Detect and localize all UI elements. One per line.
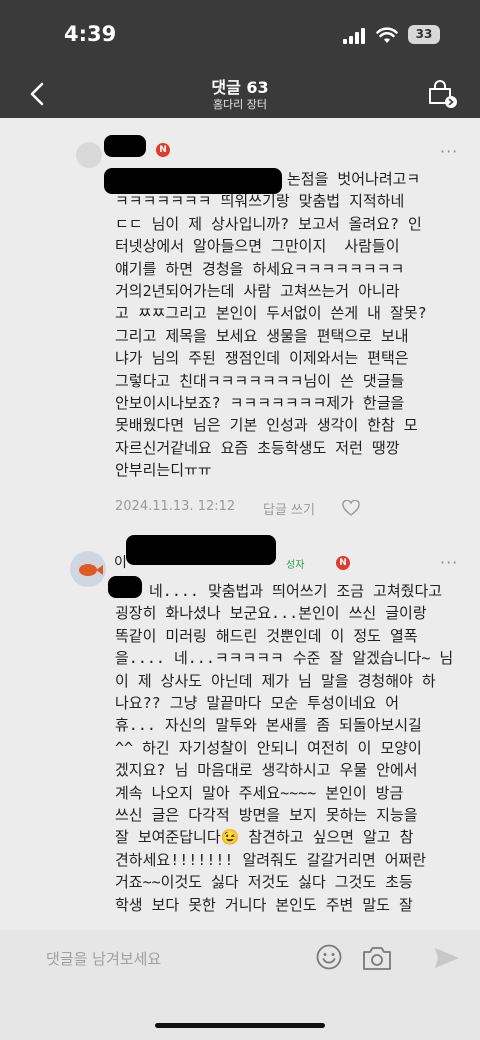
avatar[interactable] — [76, 142, 102, 168]
heart-icon[interactable] — [342, 500, 360, 516]
emoji-icon[interactable] — [316, 944, 342, 970]
shop-bag-icon[interactable] — [425, 78, 459, 110]
reply-button[interactable]: 답글 쓰기 — [263, 499, 315, 518]
more-options-icon[interactable]: ··· — [440, 553, 458, 572]
wifi-icon — [376, 27, 398, 43]
home-indicator — [155, 1023, 325, 1028]
avatar[interactable] — [70, 551, 106, 587]
top-nav: 댓글 63 홈다리 장터 — [0, 70, 480, 118]
send-icon[interactable] — [434, 947, 460, 969]
comment-input[interactable]: 댓글을 남겨보세요 — [46, 948, 161, 969]
battery-indicator: 33 — [408, 25, 440, 44]
fish-avatar-icon — [79, 564, 103, 576]
commenter-name: 이 — [114, 555, 127, 571]
naver-badge-icon: N — [336, 556, 350, 570]
redacted-username — [104, 135, 146, 157]
comment-body: 논점을 벗어나려고ㅋ ㅋㅋㅋㅋㅋㅋㅋ 띄워쓰기랑 맞춤법 지적하네 ㄷㄷ 님이 … — [115, 170, 427, 480]
comment-list: N ··· 논점을 벗어나려고ㅋ ㅋㅋㅋㅋㅋㅋㅋ 띄워쓰기랑 맞춤법 지적하네 … — [0, 118, 480, 930]
status-time: 4:39 — [64, 22, 117, 46]
page-title: 댓글 63 — [211, 78, 269, 97]
signal-icon — [343, 28, 365, 44]
camera-icon[interactable] — [362, 945, 392, 971]
page-subtitle: 홈다리 장터 — [212, 98, 268, 111]
seller-label: 성자 — [286, 560, 305, 571]
naver-badge-icon: N — [156, 143, 170, 157]
comment-body: 네.... 맞춤법과 띄어쓰기 조금 고쳐줬다고 굉장히 화나셨나 보군요...… — [115, 582, 454, 914]
more-options-icon[interactable]: ··· — [440, 142, 458, 161]
status-bar: 4:39 33 — [0, 0, 480, 70]
redacted-username — [126, 535, 276, 565]
comment-date: 2024.11.13. 12:12 — [115, 499, 236, 514]
